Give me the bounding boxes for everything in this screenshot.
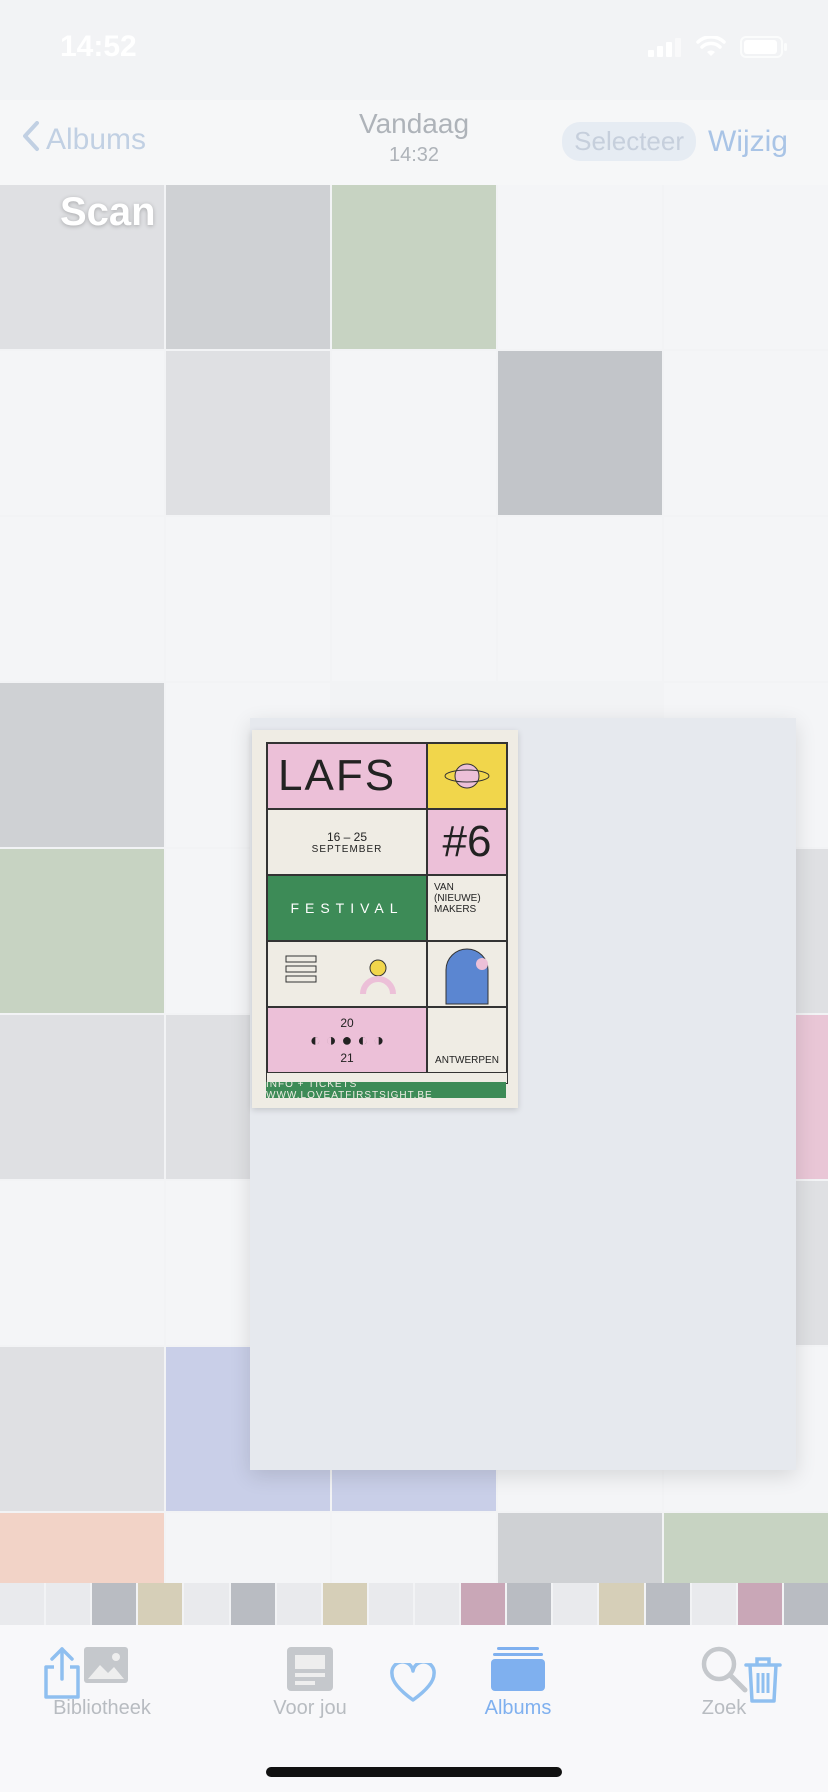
filmstrip-thumb[interactable]: [414, 1583, 460, 1625]
photo-thumbnail[interactable]: [0, 351, 164, 515]
photo-thumbnail[interactable]: [166, 351, 330, 515]
poster-dates: 16 – 25 SEPTEMBER: [267, 809, 427, 875]
status-bar: 14:52: [0, 0, 828, 100]
poster-grid: LAFS 16 – 25 SEPTEMBER #6 FESTIVAL VAN (…: [266, 742, 508, 1084]
photo-thumbnail[interactable]: [332, 185, 496, 349]
filmstrip-thumb[interactable]: [507, 1583, 552, 1625]
photo-thumbnail[interactable]: [166, 517, 330, 681]
document-preview[interactable]: LAFS 16 – 25 SEPTEMBER #6 FESTIVAL VAN (…: [250, 718, 796, 1470]
filmstrip-thumb[interactable]: [737, 1583, 782, 1625]
photo-thumbnail[interactable]: [0, 517, 164, 681]
photo-thumbnail[interactable]: [498, 517, 662, 681]
poster-year-bottom: 21: [340, 1050, 354, 1065]
moon-phases-icon: ◐ ◑ ● ◐ ◑: [309, 1029, 385, 1050]
filmstrip-scrubber[interactable]: [0, 1583, 828, 1625]
tab-albums[interactable]: Albums: [448, 1641, 588, 1720]
poster-number: #6: [427, 809, 507, 875]
navigation-bar: Albums Vandaag 14:32 Selecteer Wijzig: [0, 100, 828, 185]
filmstrip-thumb[interactable]: [92, 1583, 137, 1625]
filmstrip-thumb[interactable]: [783, 1583, 828, 1625]
filmstrip-thumb[interactable]: [599, 1583, 644, 1625]
status-time: 14:52: [60, 30, 137, 63]
filmstrip-thumb[interactable]: [276, 1583, 321, 1625]
home-indicator[interactable]: [266, 1767, 562, 1777]
tab-label: Voor jou: [273, 1697, 347, 1719]
photo-thumbnail[interactable]: [332, 351, 496, 515]
photo-thumbnail[interactable]: [498, 1513, 662, 1583]
edit-button[interactable]: Wijzig: [708, 125, 788, 159]
for-you-icon: [240, 1641, 380, 1697]
photo-thumbnail[interactable]: [0, 849, 164, 1013]
poster-festival: FESTIVAL: [267, 875, 427, 941]
trash-icon[interactable]: [742, 1655, 784, 1710]
filmstrip-thumb[interactable]: [691, 1583, 736, 1625]
planet-icon: [427, 743, 507, 809]
poster-title: LAFS: [267, 743, 427, 809]
photo-thumbnail[interactable]: [0, 1513, 164, 1583]
photo-thumbnail[interactable]: [0, 1181, 164, 1345]
filmstrip-thumb[interactable]: [230, 1583, 275, 1625]
nav-actions: Selecteer Wijzig: [562, 122, 788, 161]
photo-thumbnail[interactable]: [0, 1347, 164, 1511]
filmstrip-thumb[interactable]: [184, 1583, 229, 1625]
photo-thumbnail[interactable]: [0, 683, 164, 847]
poster-year: 20 ◐ ◑ ● ◐ ◑ 21: [267, 1007, 427, 1073]
filmstrip-thumb[interactable]: [368, 1583, 413, 1625]
filmstrip-thumb[interactable]: [461, 1583, 506, 1625]
heart-icon[interactable]: [390, 1660, 436, 1708]
signal-icon: [648, 37, 682, 62]
poster-date-range: 16 – 25: [326, 829, 368, 844]
status-icons: [648, 35, 788, 63]
photo-thumbnail[interactable]: [166, 1513, 330, 1583]
filmstrip-thumb[interactable]: [138, 1583, 183, 1625]
filmstrip-thumb[interactable]: [0, 1583, 45, 1625]
wifi-icon: [696, 35, 726, 63]
share-icon[interactable]: [40, 1645, 84, 1706]
photo-thumbnail[interactable]: [498, 351, 662, 515]
poster-footer: INFO + TICKETS WWW.LOVEATFIRSTSIGHT.BE: [266, 1079, 506, 1101]
select-button[interactable]: Selecteer: [562, 122, 696, 161]
photo-thumbnail[interactable]: [166, 185, 330, 349]
photo-thumbnail[interactable]: [498, 185, 662, 349]
photo-thumbnail[interactable]: [0, 1015, 164, 1179]
photo-thumbnail[interactable]: [664, 517, 828, 681]
filmstrip-thumb[interactable]: [645, 1583, 690, 1625]
poster-makers: VAN (NIEUWE) MAKERS: [427, 875, 507, 941]
album-title: Scan: [60, 190, 156, 234]
poster-year-top: 20: [340, 1015, 354, 1030]
photo-thumbnail[interactable]: [664, 351, 828, 515]
filmstrip-thumb[interactable]: [322, 1583, 367, 1625]
poster-city: ANTWERPEN: [427, 1007, 507, 1073]
poster-shapes: [267, 941, 427, 1007]
photo-thumbnail[interactable]: [332, 1513, 496, 1583]
albums-icon: [448, 1641, 588, 1697]
filmstrip-thumb[interactable]: [46, 1583, 91, 1625]
tab-voor-jou[interactable]: Voor jou: [240, 1641, 380, 1720]
battery-icon: [740, 36, 788, 63]
lafs-poster: LAFS 16 – 25 SEPTEMBER #6 FESTIVAL VAN (…: [252, 730, 518, 1108]
poster-month: SEPTEMBER: [311, 843, 383, 855]
photo-thumbnail[interactable]: [664, 185, 828, 349]
tab-label: Albums: [484, 1697, 552, 1719]
photo-thumbnail[interactable]: [332, 517, 496, 681]
arch-icon: [427, 941, 507, 1007]
photo-thumbnail[interactable]: [664, 1513, 828, 1583]
filmstrip-thumb[interactable]: [553, 1583, 598, 1625]
